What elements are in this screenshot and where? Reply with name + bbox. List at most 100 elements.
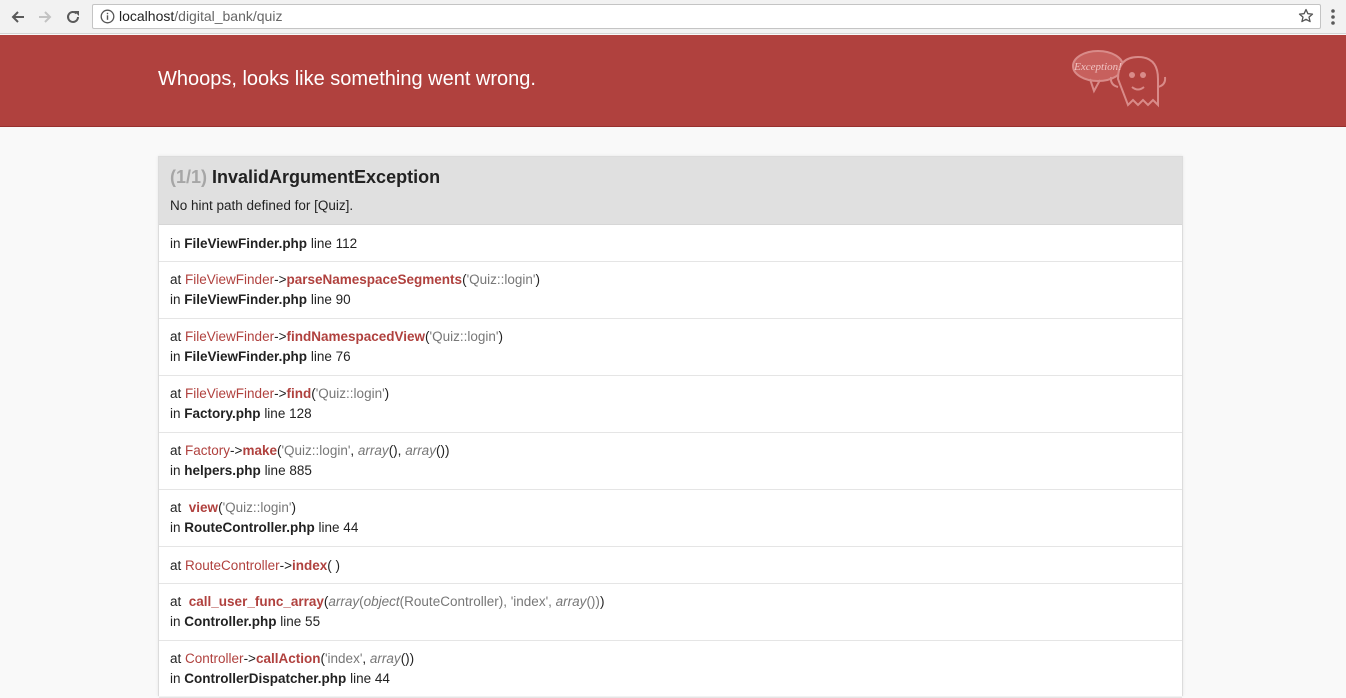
at-label: at	[170, 443, 182, 458]
in-label: in	[170, 614, 181, 629]
frame-args: 'index'	[324, 651, 363, 666]
in-label: in	[170, 520, 181, 535]
frame-args: 'Quiz::login'	[466, 272, 536, 287]
frame-line: line 885	[264, 463, 312, 478]
stack-frame: in FileViewFinder.php line 112	[159, 225, 1182, 262]
frame-class: FileViewFinder	[185, 386, 275, 401]
frame-args: 'Quiz::login'	[222, 500, 292, 515]
frame-args: 'Quiz::login'	[429, 329, 499, 344]
stack-frame: at call_user_func_array(array(object(Rou…	[159, 584, 1182, 641]
in-label: in	[170, 463, 181, 478]
frame-file: ControllerDispatcher.php	[184, 671, 347, 686]
frame-args: array	[405, 443, 436, 458]
exception-heading: (1/1) InvalidArgumentException	[170, 167, 440, 188]
arrow-left-icon	[11, 11, 24, 23]
logo-text: Exception!	[1073, 61, 1122, 73]
url-host: localhost	[119, 8, 175, 24]
frame-class: FileViewFinder	[185, 329, 275, 344]
in-label: in	[170, 349, 181, 364]
at-label: at	[170, 500, 182, 515]
frame-method: find	[286, 386, 312, 401]
at-label: at	[170, 272, 182, 287]
frame-method: parseNamespaceSegments	[286, 272, 463, 287]
frame-args: array	[369, 651, 401, 666]
frame-args: array	[555, 594, 587, 609]
stack-frame: at FileViewFinder->findNamespacedView('Q…	[159, 319, 1182, 376]
frame-method: callAction	[255, 651, 321, 666]
in-label: in	[170, 671, 181, 686]
arrow-label: ->	[274, 386, 287, 401]
exception-class: InvalidArgumentException	[212, 167, 441, 187]
in-label: in	[170, 236, 181, 251]
frame-args: 'Quiz::login'	[281, 443, 351, 458]
forward-button[interactable]	[32, 4, 58, 30]
url-path: /digital_bank/quiz	[174, 8, 283, 24]
arrow-right-icon	[39, 11, 52, 23]
frame-method: view	[188, 500, 219, 515]
arrow-label: ->	[274, 272, 287, 287]
page-title: Whoops, looks like something went wrong.	[158, 68, 536, 90]
address-bar[interactable]: localhost/digital_bank/quiz	[92, 4, 1321, 29]
back-button[interactable]	[5, 4, 31, 30]
stack-frame: at FileViewFinder->parseNamespaceSegment…	[159, 262, 1182, 319]
frame-file: helpers.php	[184, 463, 261, 478]
kebab-menu-icon[interactable]	[1330, 8, 1336, 26]
arrow-label: ->	[243, 651, 256, 666]
url-text[interactable]: localhost/digital_bank/quiz	[119, 5, 282, 28]
frame-line: line 90	[310, 292, 351, 307]
frame-file: RouteController.php	[184, 520, 315, 535]
stack-frame: at Factory->make('Quiz::login', array(),…	[159, 433, 1182, 490]
frame-args: RouteController	[404, 594, 499, 609]
browser-toolbar: localhost/digital_bank/quiz	[0, 0, 1346, 34]
frame-line: line 76	[310, 349, 351, 364]
frame-method: index	[291, 558, 328, 573]
exception-header: Whoops, looks like something went wrong.…	[0, 35, 1346, 127]
stack-frame: at view('Quiz::login') in RouteControlle…	[159, 490, 1182, 547]
reload-icon	[67, 10, 79, 23]
arrow-label: ->	[230, 443, 243, 458]
frame-line: line 44	[318, 520, 359, 535]
arrow-label: ->	[274, 329, 287, 344]
frame-line: line 112	[310, 236, 358, 251]
frame-line: line 128	[264, 406, 312, 421]
at-label: at	[170, 651, 182, 666]
exception-message: No hint path defined for [Quiz].	[170, 198, 354, 213]
at-label: at	[170, 386, 182, 401]
frame-method: call_user_func_array	[188, 594, 324, 609]
frame-args: array	[357, 443, 389, 458]
frame-file: Factory.php	[184, 406, 261, 421]
bookmark-star-icon[interactable]	[1298, 8, 1314, 24]
reload-button[interactable]	[60, 4, 86, 30]
stack-frame: at Controller->callAction('index', array…	[159, 641, 1182, 698]
exception-summary: (1/1) InvalidArgumentException No hint p…	[159, 157, 1182, 225]
frame-file: FileViewFinder.php	[184, 292, 308, 307]
frame-class: Factory	[185, 443, 231, 458]
frame-args: object	[363, 594, 400, 609]
stack-frame: at FileViewFinder->find('Quiz::login') i…	[159, 376, 1182, 433]
in-label: in	[170, 406, 181, 421]
frame-class: FileViewFinder	[185, 272, 275, 287]
stack-trace: in FileViewFinder.php line 112 at FileVi…	[159, 225, 1182, 698]
frame-args: 'Quiz::login'	[315, 386, 385, 401]
frame-method: make	[242, 443, 277, 458]
at-label: at	[170, 558, 182, 573]
frame-line: line 55	[280, 614, 321, 629]
exception-ghost-logo: Exception!	[1072, 50, 1167, 108]
exception-count: (1/1)	[170, 167, 208, 187]
arrow-label: ->	[279, 558, 292, 573]
frame-args: 'index'	[510, 594, 549, 609]
frame-file: FileViewFinder.php	[184, 349, 308, 364]
frame-class: Controller	[185, 651, 244, 666]
at-label: at	[170, 594, 182, 609]
frame-class: RouteController	[185, 558, 280, 573]
exception-panel: (1/1) InvalidArgumentException No hint p…	[158, 156, 1183, 698]
info-icon[interactable]	[100, 9, 115, 24]
stack-frame: at RouteController->index( )	[159, 547, 1182, 584]
frame-args: array	[328, 594, 360, 609]
frame-method: findNamespacedView	[286, 329, 426, 344]
in-label: in	[170, 292, 181, 307]
at-label: at	[170, 329, 182, 344]
frame-line: line 44	[350, 671, 390, 686]
frame-file: Controller.php	[184, 614, 277, 629]
frame-file: FileViewFinder.php	[184, 236, 308, 251]
